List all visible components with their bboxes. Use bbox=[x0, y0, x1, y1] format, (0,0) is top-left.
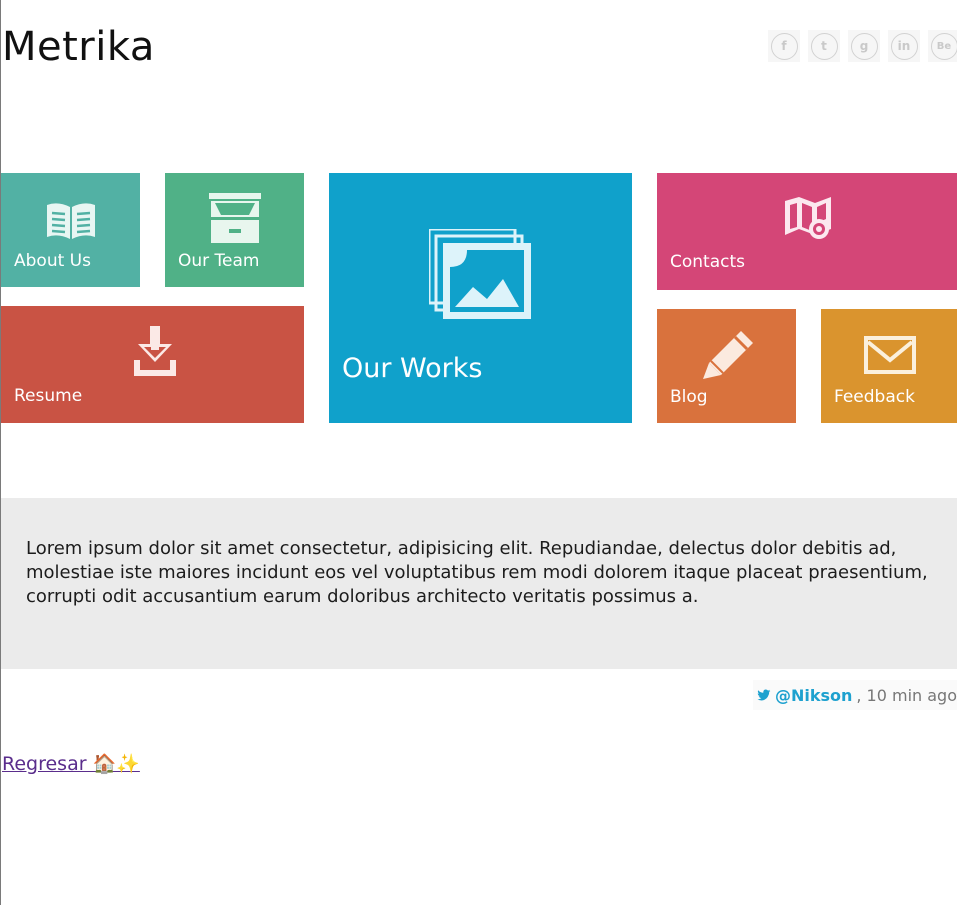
book-icon bbox=[47, 203, 95, 239]
cabinet-icon bbox=[209, 193, 261, 243]
testimonial-text: Lorem ipsum dolor sit amet consectetur, … bbox=[26, 538, 928, 607]
site-title: Metrika bbox=[2, 24, 155, 70]
pencil-icon bbox=[703, 331, 753, 379]
tile-label: Our Team bbox=[178, 251, 260, 271]
tile-contacts[interactable]: Contacts bbox=[657, 173, 957, 290]
page-left-border bbox=[0, 0, 1, 905]
tile-resume[interactable]: Resume bbox=[1, 306, 304, 423]
googleplus-icon[interactable]: g bbox=[848, 30, 880, 62]
tile-about-us[interactable]: About Us bbox=[1, 173, 140, 287]
twitter-bird-icon bbox=[757, 689, 771, 701]
behance-icon[interactable]: Be bbox=[928, 30, 957, 62]
map-icon bbox=[785, 197, 831, 239]
tweet-time: , 10 min ago bbox=[856, 685, 957, 705]
tile-our-team[interactable]: Our Team bbox=[165, 173, 304, 287]
tile-label: About Us bbox=[14, 251, 91, 271]
tweet-attribution: @Nikson , 10 min ago bbox=[753, 680, 957, 710]
tile-label: Blog bbox=[670, 387, 708, 407]
tweet-handle[interactable]: @Nikson bbox=[775, 686, 852, 705]
facebook-icon[interactable]: f bbox=[768, 30, 800, 62]
gallery-icon bbox=[429, 229, 531, 319]
tile-our-works[interactable]: Our Works bbox=[329, 173, 632, 423]
linkedin-icon[interactable]: in bbox=[888, 30, 920, 62]
tile-label: Contacts bbox=[670, 252, 745, 272]
tile-feedback[interactable]: Feedback bbox=[821, 309, 957, 423]
twitter-icon[interactable]: t bbox=[808, 30, 840, 62]
tile-blog[interactable]: Blog bbox=[657, 309, 796, 423]
testimonial-box: Lorem ipsum dolor sit amet consectetur, … bbox=[1, 498, 957, 669]
download-icon bbox=[134, 326, 176, 376]
mail-icon bbox=[864, 336, 916, 374]
tile-label: Resume bbox=[14, 386, 83, 406]
tile-label: Our Works bbox=[342, 353, 483, 384]
back-link[interactable]: Regresar 🏠✨ bbox=[2, 752, 140, 775]
tile-label: Feedback bbox=[834, 387, 915, 407]
social-links: f t g in Be bbox=[768, 30, 957, 62]
